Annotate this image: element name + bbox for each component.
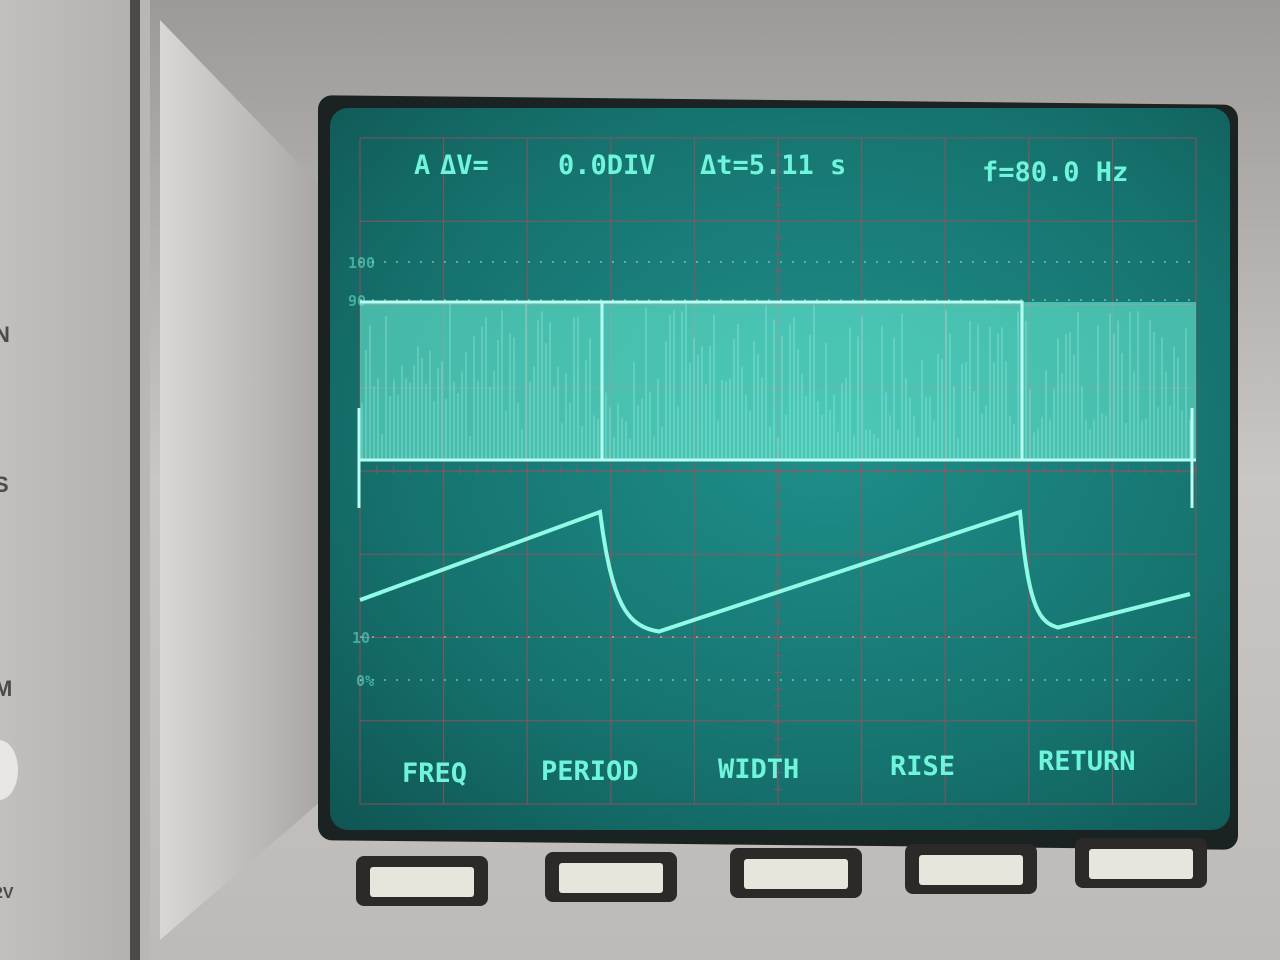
softkey-button-width[interactable]: [730, 848, 862, 898]
softkey-label-period: PERIOD: [541, 756, 639, 787]
calibrator-label: 2V: [0, 885, 14, 903]
softkey-button-rise[interactable]: [905, 844, 1037, 894]
softkey-label-rise: RISE: [890, 751, 955, 782]
readout-delta-v-value: 0.0DIV: [558, 150, 656, 181]
graticule: [360, 138, 1196, 804]
softkey-label-return: RETURN: [1038, 746, 1136, 777]
softkey-button-period[interactable]: [545, 852, 677, 902]
label-0-percent: 0%: [356, 672, 374, 690]
softkey-label-freq: FREQ: [402, 758, 467, 789]
softkey-button-freq[interactable]: [356, 856, 488, 906]
front-panel-left: N S M 2V: [0, 0, 140, 960]
panel-label: N: [0, 322, 10, 348]
softkey-label-width: WIDTH: [718, 754, 799, 785]
panel-edge: [130, 0, 140, 960]
readout-delta-v-label: ΔV=: [440, 150, 489, 181]
control-knob[interactable]: [0, 740, 18, 800]
readout-channel: A: [414, 150, 430, 181]
readout-delta-t: Δt=5.11 s: [700, 150, 846, 181]
panel-label: S: [0, 472, 9, 498]
panel-label: M: [0, 676, 12, 702]
crt-screen: 100 90 10 0% A ΔV= 0.0DIV Δt=5.11 s f=80…: [330, 108, 1230, 830]
readout-frequency: f=80.0 Hz: [982, 157, 1128, 188]
softkey-button-return[interactable]: [1075, 838, 1207, 888]
graticule-and-traces: 100 90 10 0% A ΔV= 0.0DIV Δt=5.11 s f=80…: [330, 108, 1230, 830]
pwm-fill: [360, 302, 1196, 460]
label-100: 100: [348, 254, 375, 272]
label-10: 10: [352, 629, 370, 647]
